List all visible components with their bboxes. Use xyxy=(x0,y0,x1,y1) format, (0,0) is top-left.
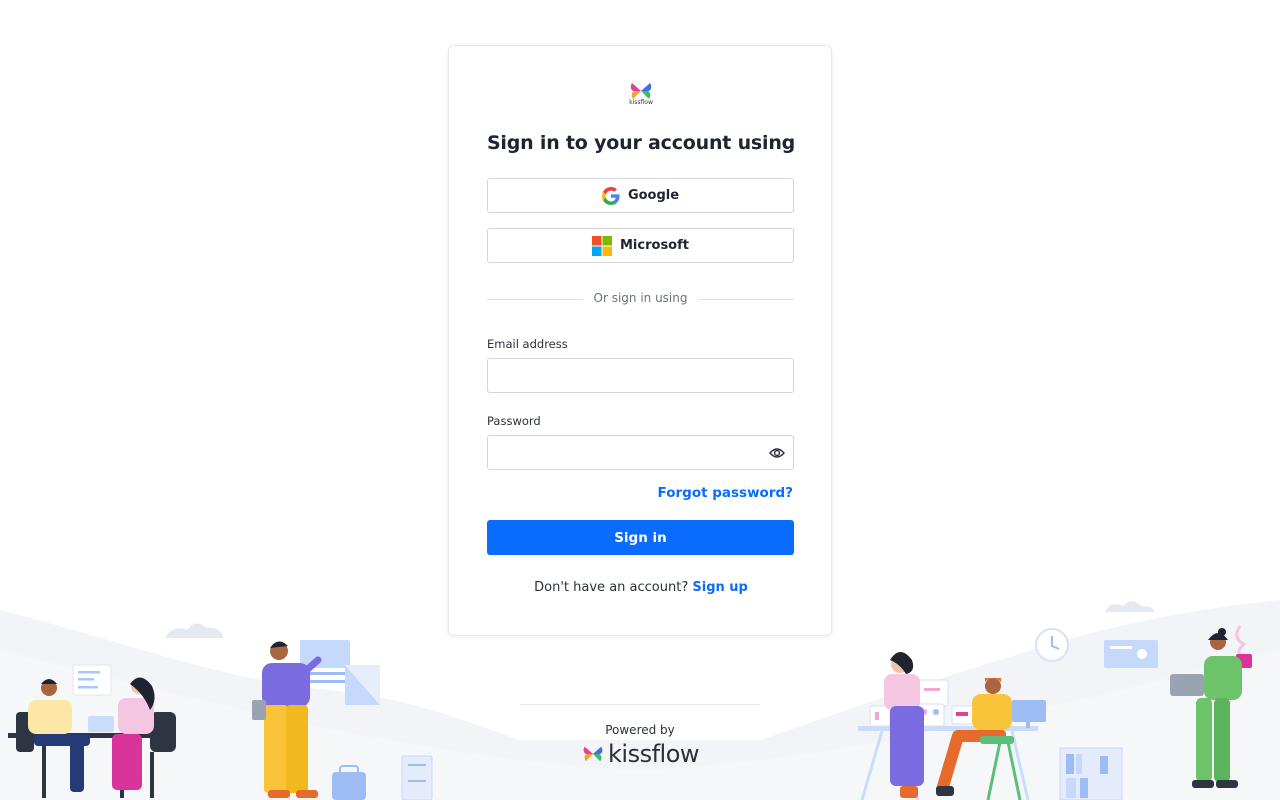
microsoft-label: Microsoft xyxy=(620,238,689,253)
page-title: Sign in to your account using xyxy=(486,132,796,154)
brand-wordmark: kissflow xyxy=(608,740,700,768)
microsoft-sign-in-button[interactable]: Microsoft xyxy=(487,228,794,263)
signup-prompt: Don't have an account? xyxy=(534,580,689,595)
divider-text: Or sign in using xyxy=(593,291,688,305)
sign-in-button[interactable]: Sign in xyxy=(487,520,794,555)
google-icon xyxy=(601,186,620,205)
kissflow-logo: kissflow xyxy=(629,82,653,108)
divider: Or sign in using xyxy=(487,290,794,308)
microsoft-icon xyxy=(592,235,612,256)
kissflow-butterfly-icon xyxy=(630,83,652,99)
sign-in-card: kissflow Sign in to your account using G… xyxy=(448,45,832,636)
sign-up-link[interactable]: Sign up xyxy=(692,580,747,595)
google-label: Google xyxy=(627,188,680,203)
password-field[interactable] xyxy=(487,435,794,470)
logo-wordmark: kissflow xyxy=(629,99,653,106)
password-label: Password xyxy=(487,414,541,428)
google-sign-in-button[interactable]: Google xyxy=(487,178,794,213)
email-field[interactable] xyxy=(487,358,794,393)
kissflow-butterfly-icon xyxy=(583,746,603,762)
divider-line-right xyxy=(698,299,794,300)
forgot-password-link[interactable]: Forgot password? xyxy=(658,485,793,501)
sign-in-page: kissflow Sign in to your account using G… xyxy=(0,0,1280,800)
powered-by-text: Powered by xyxy=(605,723,675,737)
signup-row: Don't have an account? Sign up xyxy=(449,580,833,595)
email-label: Email address xyxy=(487,337,568,351)
kissflow-brand: kissflow xyxy=(582,740,702,768)
footer-divider xyxy=(520,704,760,705)
eye-icon[interactable] xyxy=(769,446,785,460)
